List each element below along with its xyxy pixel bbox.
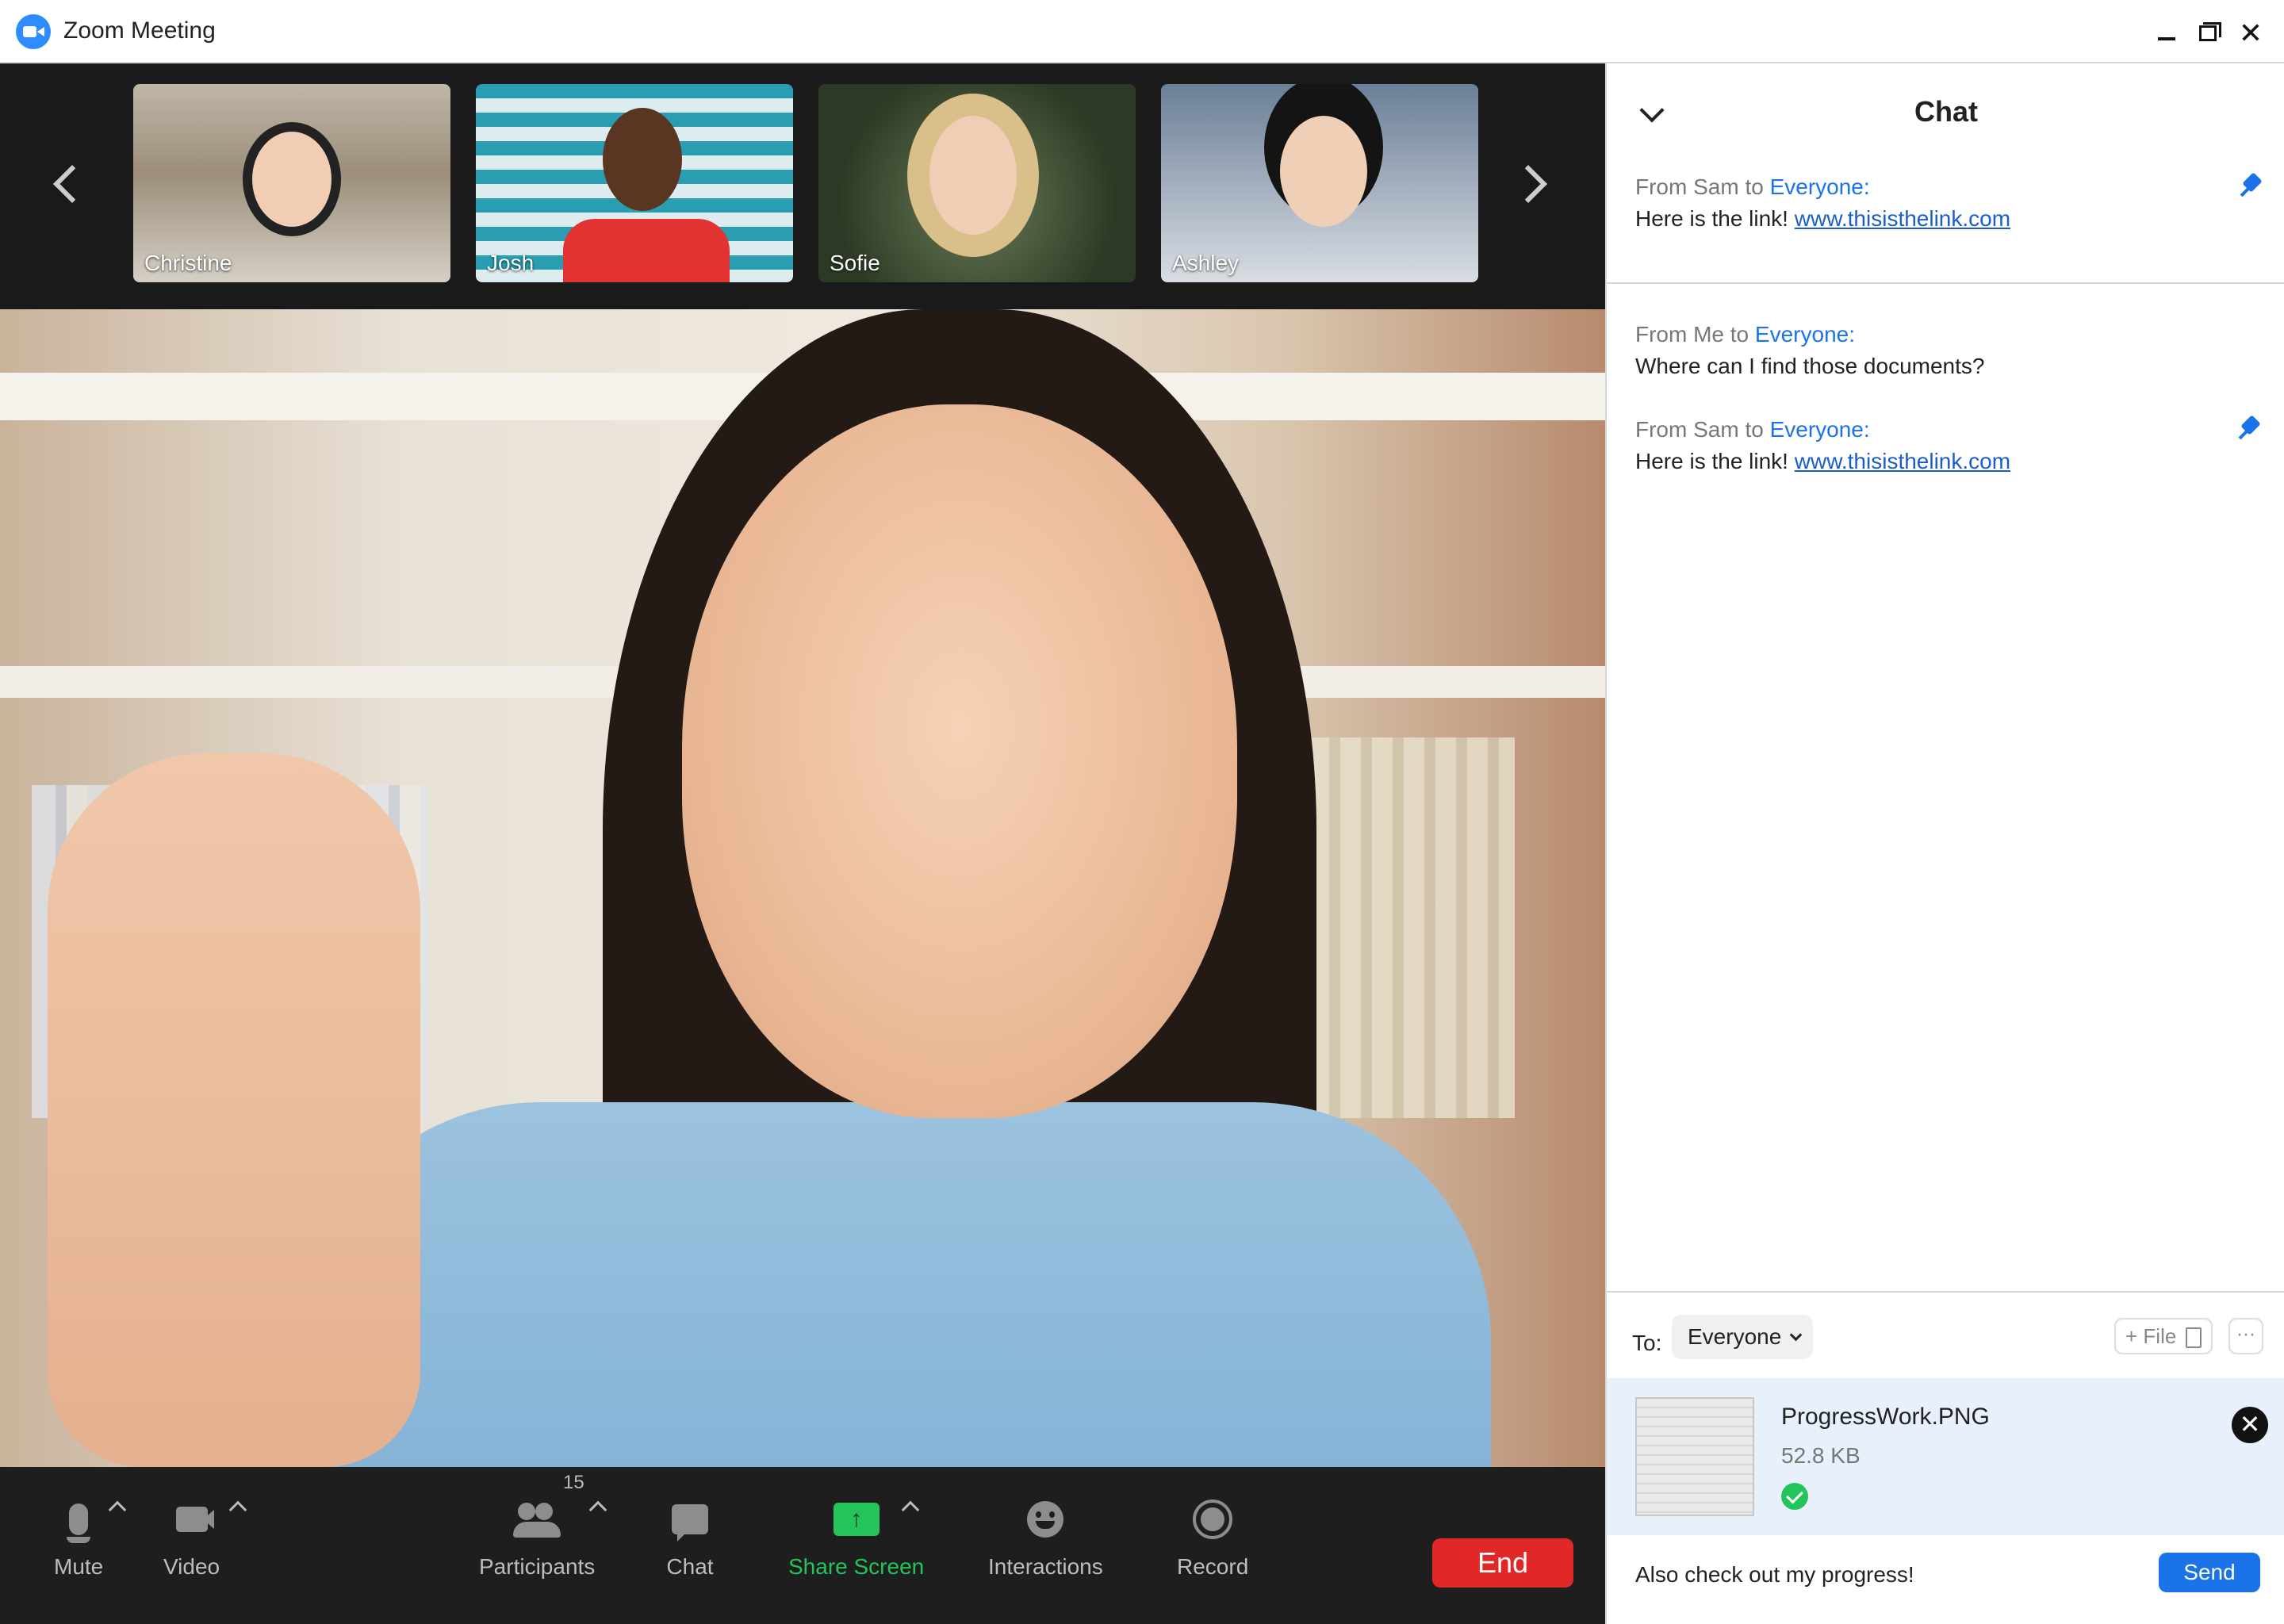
interactions-button[interactable]: Interactions — [988, 1496, 1103, 1580]
record-label: Record — [1177, 1554, 1249, 1579]
participant-name: Christine — [144, 251, 232, 275]
pin-icon[interactable] — [2238, 173, 2265, 200]
message-recipient[interactable]: Everyone: — [1755, 322, 1855, 347]
chat-compose: To: Everyone + File ··· ProgressWork.PNG… — [1607, 1291, 2284, 1624]
pinned-message: From Sam to Everyone: Here is the link! … — [1607, 157, 2284, 284]
record-button[interactable]: Record — [1177, 1496, 1248, 1580]
message-text: Where can I find those documents? — [1635, 354, 1984, 379]
to-label: To: — [1632, 1331, 1662, 1355]
participants-label: Participants — [479, 1554, 596, 1579]
remove-icon[interactable]: ✕ — [2232, 1407, 2268, 1443]
message-sender: From Sam to — [1635, 174, 1764, 199]
chevron-up-icon[interactable] — [108, 1500, 127, 1519]
end-meeting-button[interactable]: End — [1432, 1538, 1573, 1588]
chat-title: Chat — [1914, 95, 1978, 128]
message-recipient[interactable]: Everyone: — [1770, 417, 1870, 442]
chat-panel: Chat From Sam to Everyone: Here is the l… — [1605, 63, 2284, 1624]
message-link[interactable]: www.thisisthelink.com — [1795, 449, 2010, 473]
message-meta: From Me to Everyone: — [1635, 322, 1984, 347]
share-screen-icon: ↑ — [833, 1496, 880, 1543]
message-input[interactable]: Also check out my progress! — [1635, 1562, 1914, 1588]
attachment-name: ProgressWork.PNG — [1781, 1404, 1990, 1430]
participants-icon — [513, 1496, 561, 1543]
maximize-icon[interactable] — [2192, 17, 2224, 49]
pin-icon[interactable] — [2236, 416, 2263, 442]
zoom-logo-icon — [16, 14, 51, 49]
check-icon — [1781, 1483, 1808, 1510]
message-body: Here is the link! — [1635, 449, 1788, 473]
participant-tile-ashley[interactable]: Ashley — [1161, 84, 1478, 282]
participant-image — [252, 132, 331, 227]
participant-tile-josh[interactable]: Josh — [476, 84, 793, 282]
speaker-image — [301, 1102, 1491, 1467]
chat-label: Chat — [666, 1554, 714, 1579]
message-recipient[interactable]: Everyone: — [1770, 174, 1870, 199]
message-text: Here is the link! www.thisisthelink.com — [1635, 206, 2010, 232]
meeting-toolbar: Mute Video 15 Participants Chat ↑ Share … — [0, 1467, 1605, 1624]
message-text: Here is the link! www.thisisthelink.com — [1635, 449, 2010, 474]
message-link[interactable]: www.thisisthelink.com — [1795, 206, 2010, 231]
close-icon[interactable]: ✕ — [2235, 17, 2267, 49]
message-meta: From Sam to Everyone: — [1635, 174, 2010, 200]
video-button[interactable]: Video — [163, 1496, 220, 1580]
interactions-label: Interactions — [988, 1554, 1103, 1579]
participant-image — [929, 116, 1017, 235]
share-screen-label: Share Screen — [788, 1554, 925, 1579]
background-books — [1309, 737, 1515, 1118]
chevron-up-icon[interactable] — [228, 1500, 247, 1519]
chat-button[interactable]: Chat — [666, 1496, 714, 1580]
more-options-button[interactable]: ··· — [2228, 1318, 2263, 1354]
participant-tile-sofie[interactable]: Sofie — [818, 84, 1136, 282]
video-area: Christine Josh Sofie Ashley Mute Video 1… — [0, 63, 1605, 1624]
participants-count: 15 — [563, 1472, 584, 1493]
title-bar: Zoom Meeting ✕ — [0, 0, 2284, 63]
chat-message: From Me to Everyone: Where can I find th… — [1635, 322, 1984, 379]
file-attachment: ProgressWork.PNG 52.8 KB ✕ — [1607, 1378, 2284, 1535]
chat-message: From Sam to Everyone: Here is the link! … — [1635, 174, 2010, 232]
chat-bubble-icon — [666, 1496, 714, 1543]
speaker-image — [48, 753, 420, 1467]
video-label: Video — [163, 1554, 220, 1579]
attachment-thumbnail — [1635, 1397, 1754, 1516]
message-sender: From Sam to — [1635, 417, 1764, 442]
file-button[interactable]: + File — [2114, 1318, 2213, 1354]
message-sender: From Me to — [1635, 322, 1749, 347]
recipient-dropdown[interactable]: Everyone — [1672, 1315, 1814, 1359]
mute-label: Mute — [54, 1554, 104, 1579]
chevron-left-icon[interactable] — [49, 155, 89, 218]
message-body: Where can I find those documents? — [1635, 354, 1985, 378]
participant-name: Josh — [487, 251, 535, 275]
window-title: Zoom Meeting — [63, 17, 216, 44]
participant-tile-christine[interactable]: Christine — [133, 84, 450, 282]
mute-button[interactable]: Mute — [54, 1496, 103, 1580]
chevron-right-icon[interactable] — [1515, 155, 1554, 218]
interactions-emoji-icon — [1021, 1496, 1069, 1543]
participant-name: Ashley — [1172, 251, 1240, 275]
participant-image — [1280, 116, 1367, 227]
message-meta: From Sam to Everyone: — [1635, 417, 2010, 442]
record-icon — [1189, 1496, 1236, 1543]
chat-message: From Sam to Everyone: Here is the link! … — [1635, 417, 2010, 474]
participant-name: Sofie — [830, 251, 880, 275]
speaker-image — [682, 404, 1237, 1118]
microphone-icon — [55, 1496, 102, 1543]
active-speaker-video — [0, 309, 1605, 1467]
participants-button[interactable]: Participants — [479, 1496, 595, 1580]
attachment-size: 52.8 KB — [1781, 1443, 1861, 1468]
camera-icon — [168, 1496, 216, 1543]
participant-image — [603, 108, 682, 211]
participant-image — [563, 219, 730, 282]
minimize-icon[interactable] — [2151, 17, 2182, 49]
message-body: Here is the link! — [1635, 206, 1788, 231]
send-button[interactable]: Send — [2159, 1553, 2260, 1592]
participant-gallery: Christine Josh Sofie Ashley — [0, 63, 1605, 309]
